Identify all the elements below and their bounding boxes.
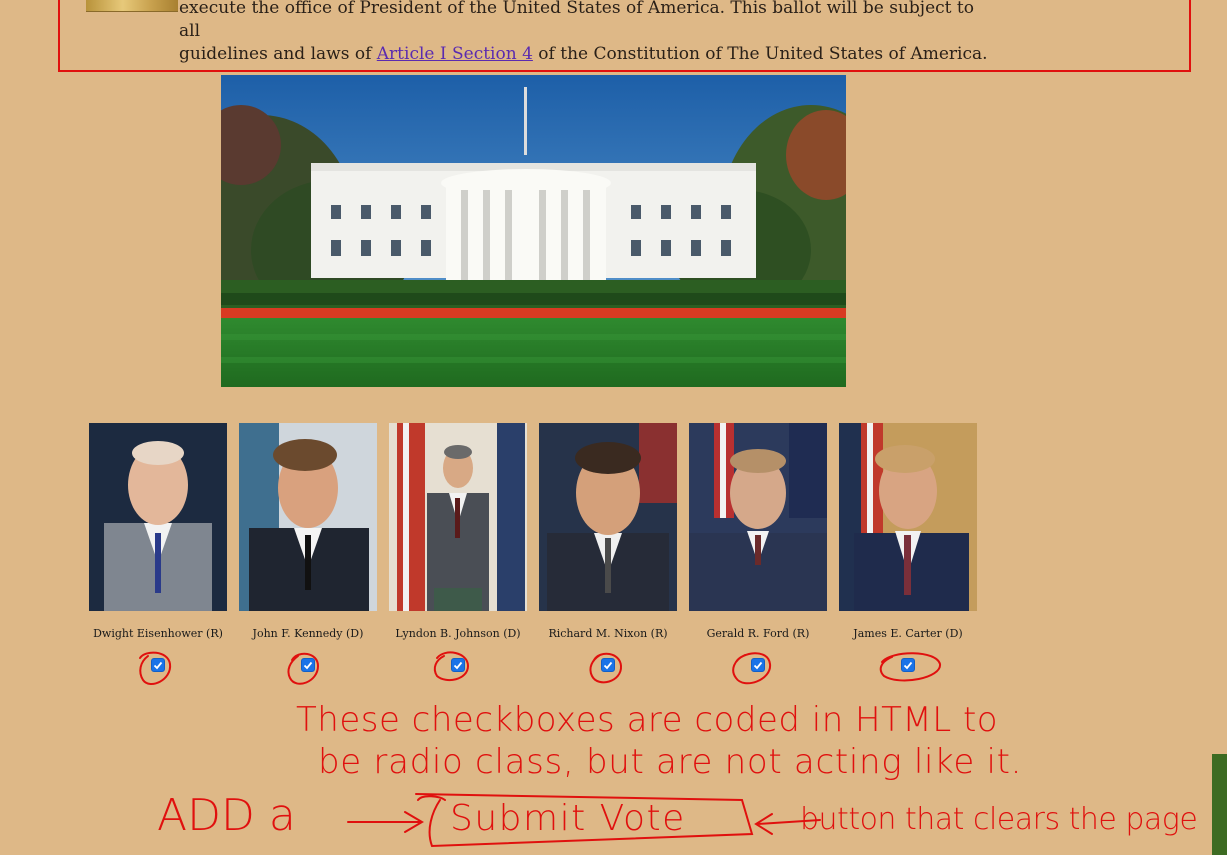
candidate-portrait-kennedy (239, 423, 377, 611)
annotation-add: ADD a (157, 790, 296, 841)
candidate-portrait-eisenhower (89, 423, 227, 611)
candidate-portrait-carter (839, 423, 977, 611)
intro-line2-pre: guidelines and laws of (179, 44, 377, 64)
annotation-line1: These checkboxes are coded in HTML to (296, 700, 999, 740)
candidate-name: Richard M. Nixon (R) (548, 627, 668, 640)
candidate-name: Dwight Eisenhower (R) (93, 627, 223, 640)
annotation-after: button that clears the page (800, 802, 1198, 837)
candidate-portrait-johnson (389, 423, 527, 611)
ballot-intro-text: execute the office of President of the U… (179, 0, 999, 66)
candidate-portrait-ford (689, 423, 827, 611)
arrow (347, 811, 424, 833)
candidate-name: Lyndon B. Johnson (D) (395, 627, 521, 640)
vote-checkbox-johnson[interactable] (451, 658, 465, 672)
vote-checkbox-eisenhower[interactable] (151, 658, 165, 672)
seal-image (86, 0, 178, 12)
vote-checkbox-kennedy[interactable] (301, 658, 315, 672)
intro-line1: execute the office of President of the U… (179, 0, 974, 41)
candidate-name: James E. Carter (D) (853, 627, 963, 640)
candidate-name: John F. Kennedy (D) (252, 627, 364, 640)
intro-line2-post: of the Constitution of The United States… (532, 44, 988, 64)
vote-checkbox-nixon[interactable] (601, 658, 615, 672)
candidate-portrait-nixon (539, 423, 677, 611)
vote-checkbox-carter[interactable] (901, 658, 915, 672)
candidate-name: Gerald R. Ford (R) (706, 627, 810, 640)
white-house-photo (221, 75, 846, 387)
side-strip (1212, 754, 1227, 855)
article-link[interactable]: Article I Section 4 (377, 44, 533, 64)
annotation-submit-vote: Submit Vote (450, 798, 686, 839)
vote-checkbox-ford[interactable] (751, 658, 765, 672)
annotation-line2: be radio class, but are not acting like … (318, 742, 1023, 782)
